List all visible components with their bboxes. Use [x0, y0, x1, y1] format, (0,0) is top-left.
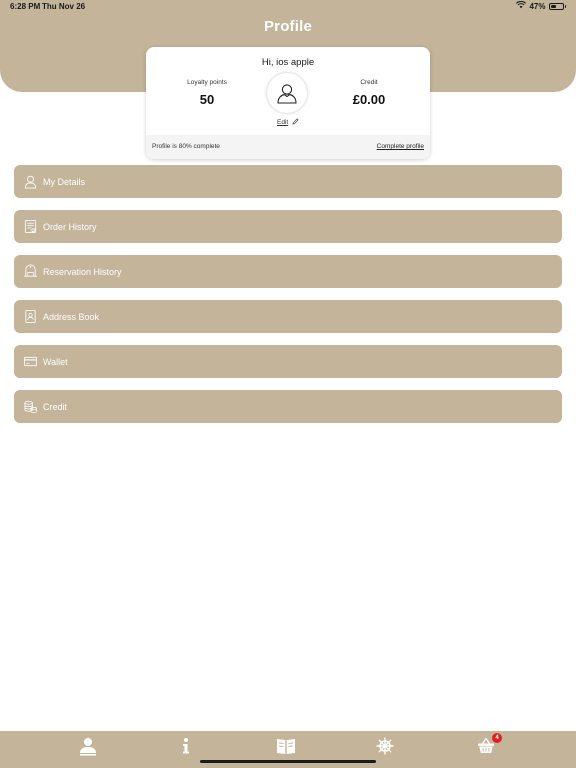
pencil-icon — [290, 118, 299, 126]
home-indicator[interactable] — [200, 760, 376, 763]
greeting-text: Hi, ios apple — [261, 57, 315, 68]
edit-label: Edit — [276, 119, 289, 126]
tab-ship[interactable] — [373, 735, 397, 757]
profile-card: Hi, ios apple Loyalty points 50 Credit £… — [146, 47, 430, 159]
status-indicators: 47% — [516, 0, 566, 11]
menu-label: Credit — [43, 401, 68, 412]
menu-label: Order History — [43, 221, 97, 232]
complete-profile-link[interactable]: Complete profile — [377, 143, 424, 150]
edit-profile-link[interactable]: Edit — [146, 118, 430, 126]
battery-icon — [548, 2, 564, 10]
tab-profile[interactable] — [76, 735, 100, 757]
tab-info[interactable] — [174, 735, 198, 757]
tab-menu[interactable] — [274, 735, 298, 757]
battery-percentage: 47% — [529, 1, 546, 11]
profile-icon — [80, 738, 96, 756]
wifi-icon — [516, 0, 527, 11]
ship-wheel-icon — [376, 737, 394, 755]
menu-label: Wallet — [43, 356, 68, 367]
credit-value: £0.00 — [352, 92, 386, 107]
info-icon — [183, 738, 189, 754]
menu-item-my-details[interactable]: My Details — [14, 165, 562, 198]
menu-label: My Details — [43, 176, 86, 187]
menu-label: Address Book — [43, 311, 100, 322]
coins-icon — [22, 399, 38, 415]
address-book-icon — [22, 309, 38, 325]
battery-cap — [564, 4, 566, 8]
dining-icon — [22, 264, 38, 280]
avatar[interactable] — [267, 73, 307, 113]
loyalty-points-label: Loyalty points — [187, 79, 227, 86]
menu-item-address-book[interactable]: Address Book — [14, 300, 562, 333]
status-date: Thu Nov 26 — [42, 2, 86, 11]
menu-item-credit[interactable]: Credit — [14, 390, 562, 423]
credit-label: Credit — [360, 79, 378, 86]
basket-count-badge: 4 — [492, 733, 502, 743]
menu-item-reservation-history[interactable]: Reservation History — [14, 255, 562, 288]
avatar-user-icon — [277, 84, 297, 104]
profile-completion-text: Profile is 80% complete — [152, 143, 220, 150]
credit-card-icon — [22, 354, 38, 370]
menu-label: Reservation History — [43, 266, 122, 277]
user-icon — [22, 174, 38, 190]
page-title: Profile — [263, 18, 313, 35]
loyalty-points-value: 50 — [199, 92, 215, 107]
receipt-icon — [22, 219, 38, 235]
status-time: 6:28 PM — [10, 2, 41, 11]
menu-item-order-history[interactable]: Order History — [14, 210, 562, 243]
profile-screen: 6:28 PM Thu Nov 26 47% Profile Hi, ios a… — [0, 0, 576, 768]
menu-book-icon — [277, 739, 295, 754]
profile-completion-bar: Profile is 80% complete Complete profile — [146, 135, 430, 159]
battery-fill — [550, 4, 556, 8]
menu-item-wallet[interactable]: Wallet — [14, 345, 562, 378]
status-bar: 6:28 PM Thu Nov 26 47% — [0, 0, 576, 14]
